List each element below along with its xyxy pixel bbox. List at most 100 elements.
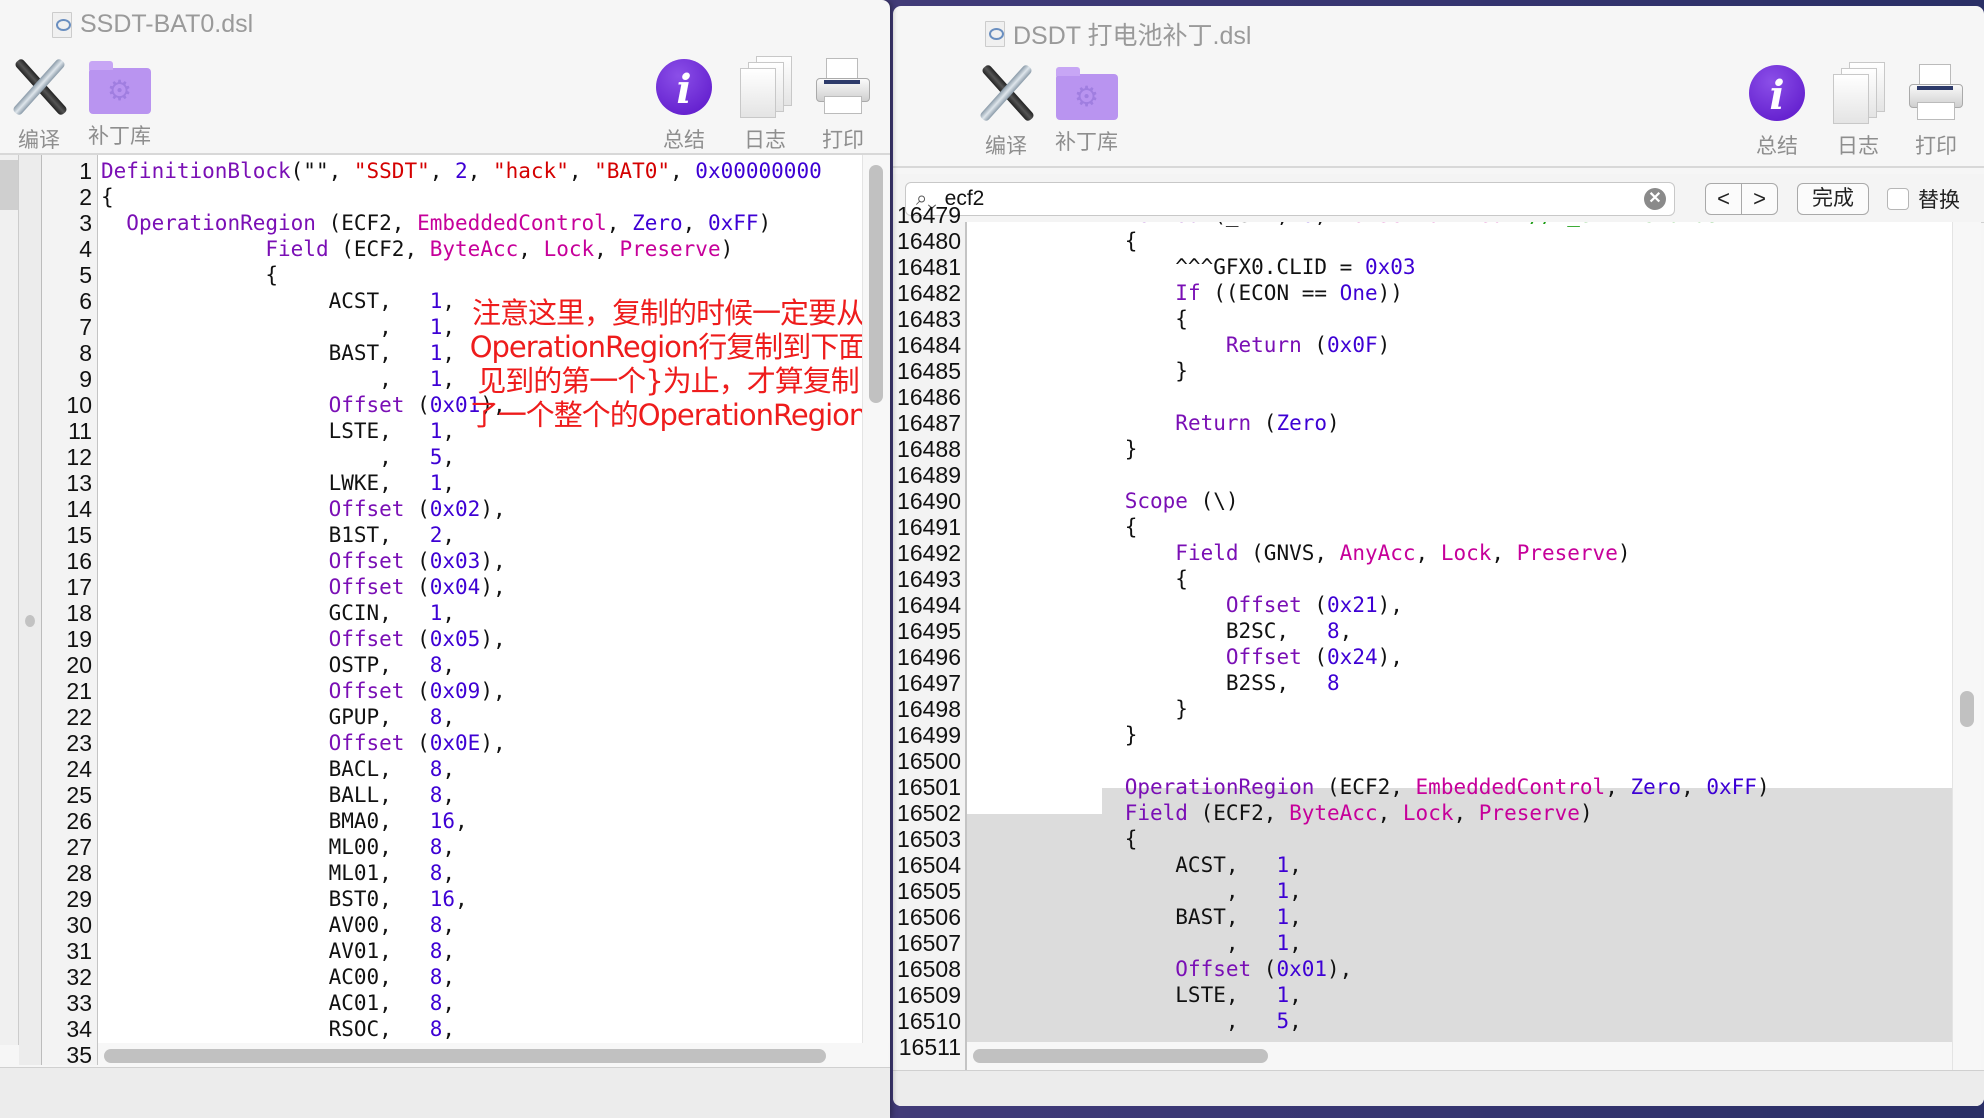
left-vscroll-thumb[interactable] (869, 165, 883, 403)
code-line[interactable] (973, 384, 1770, 410)
code-line[interactable]: Return (0x0F) (973, 332, 1770, 358)
code-line[interactable]: BST0, 16, (101, 886, 822, 912)
print-button[interactable]: 打印 (1905, 62, 1967, 160)
right-code-text[interactable]: Method (_STA, 0, NotSerialized // _STA: … (973, 222, 1770, 1034)
code-line[interactable]: { (973, 566, 1770, 592)
code-line[interactable]: Offset (0x01), (973, 956, 1770, 982)
left-horizontal-scrollbar[interactable] (98, 1043, 888, 1067)
code-line[interactable]: OSTP, 8, (101, 652, 822, 678)
code-line[interactable]: OperationRegion (ECF2, EmbeddedControl, … (101, 210, 822, 236)
code-line[interactable]: BALL, 8, (101, 782, 822, 808)
code-line[interactable]: { (101, 262, 822, 288)
code-line[interactable]: Scope (\) (973, 488, 1770, 514)
code-line[interactable]: Offset (0x02), (101, 496, 822, 522)
code-line[interactable]: ACST, 1, (973, 852, 1770, 878)
log-button[interactable]: 日志 (734, 56, 796, 154)
code-line[interactable]: Offset (0x03), (101, 548, 822, 574)
left-split-track[interactable] (19, 155, 42, 1065)
code-line[interactable]: Offset (0x09), (101, 678, 822, 704)
code-line[interactable]: GPUP, 8, (101, 704, 822, 730)
code-line[interactable] (973, 462, 1770, 488)
code-line[interactable]: ML01, 8, (101, 860, 822, 886)
code-token: 8 (1327, 619, 1340, 643)
find-previous-button[interactable]: < (1706, 184, 1741, 214)
code-line[interactable]: LSTE, 1, (973, 982, 1770, 1008)
left-code-editor[interactable]: DefinitionBlock("", "SSDT", 2, "hack", "… (98, 155, 862, 1044)
code-token: , (973, 879, 1277, 903)
code-line[interactable]: Field (ECF2, ByteAcc, Lock, Preserve) (101, 236, 822, 262)
patch-library-button[interactable]: 补丁库 (88, 56, 151, 150)
code-line[interactable]: AV01, 8, (101, 938, 822, 964)
code-token: 0x0F (1327, 333, 1378, 357)
code-line[interactable]: , 5, (101, 444, 822, 470)
done-button[interactable]: 完成 (1797, 183, 1869, 215)
code-line[interactable] (973, 748, 1770, 774)
summary-button[interactable]: i 总结 (653, 56, 715, 154)
code-line[interactable]: BAST, 1, (973, 904, 1770, 930)
patch-library-button[interactable]: 补丁库 (1055, 62, 1118, 156)
search-input[interactable]: ⌕⌄ ecf2 ✕ (905, 182, 1675, 216)
find-next-button[interactable]: > (1741, 184, 1777, 214)
left-vertical-scrollbar[interactable] (862, 155, 889, 1043)
code-token: 0x01 (1276, 957, 1328, 981)
code-token: 0x05 (429, 627, 481, 651)
code-line[interactable]: Offset (0x05), (101, 626, 822, 652)
code-line[interactable]: RSOC, 8, (101, 1016, 822, 1042)
split-handle[interactable] (25, 615, 35, 627)
code-line[interactable]: Offset (0x04), (101, 574, 822, 600)
code-line[interactable]: DefinitionBlock("", "SSDT", 2, "hack", "… (101, 158, 822, 184)
right-hscroll-thumb[interactable] (973, 1049, 1268, 1063)
left-hscroll-thumb[interactable] (104, 1049, 826, 1063)
code-line[interactable]: Return (Zero) (973, 410, 1770, 436)
code-line[interactable]: } (973, 696, 1770, 722)
code-line[interactable]: { (973, 306, 1770, 332)
code-line[interactable]: { (973, 514, 1770, 540)
code-token: ( (404, 627, 430, 651)
code-line[interactable]: ^^^GFX0.CLID = 0x03 (973, 254, 1770, 280)
code-line[interactable]: OperationRegion (ECF2, EmbeddedControl, … (973, 774, 1770, 800)
code-line[interactable]: Field (GNVS, AnyAcc, Lock, Preserve) (973, 540, 1770, 566)
code-line[interactable]: { (973, 228, 1770, 254)
code-line[interactable]: , 1, (973, 878, 1770, 904)
code-line[interactable]: { (973, 826, 1770, 852)
code-token: GCIN, (101, 601, 430, 625)
replace-checkbox[interactable] (1887, 188, 1909, 210)
code-line[interactable]: { (101, 184, 822, 210)
compile-button[interactable]: 编译 (975, 62, 1037, 160)
code-line[interactable]: BMA0, 16, (101, 808, 822, 834)
code-line[interactable]: LWKE, 1, (101, 470, 822, 496)
right-code-editor[interactable]: Method (_STA, 0, NotSerialized // _STA: … (967, 222, 1952, 1042)
print-button[interactable]: 打印 (812, 56, 874, 154)
code-line[interactable]: ML00, 8, (101, 834, 822, 860)
code-line[interactable]: If ((ECON == One)) (973, 280, 1770, 306)
right-vscroll-thumb[interactable] (1960, 691, 1974, 727)
code-token: EmbeddedControl (1415, 775, 1606, 799)
code-line[interactable]: } (973, 722, 1770, 748)
code-line[interactable]: , 5, (973, 1008, 1770, 1034)
summary-button[interactable]: i 总结 (1746, 62, 1808, 160)
code-line[interactable]: AV00, 8, (101, 912, 822, 938)
code-line[interactable]: } (973, 436, 1770, 462)
code-line[interactable]: } (973, 358, 1770, 384)
left-code-text[interactable]: DefinitionBlock("", "SSDT", 2, "hack", "… (101, 158, 822, 1042)
code-line[interactable]: AC01, 8, (101, 990, 822, 1016)
compile-button[interactable]: 编译 (8, 56, 70, 154)
code-line[interactable]: , 1, (973, 930, 1770, 956)
code-line[interactable]: BACL, 8, (101, 756, 822, 782)
code-line[interactable]: B2SC, 8, (973, 618, 1770, 644)
right-horizontal-scrollbar[interactable] (967, 1042, 1952, 1070)
code-line[interactable]: GCIN, 1, (101, 600, 822, 626)
line-number: 16481 (897, 254, 961, 280)
clear-search-icon[interactable]: ✕ (1644, 188, 1666, 210)
right-vertical-scrollbar[interactable] (1952, 222, 1981, 1070)
code-line[interactable]: Field (ECF2, ByteAcc, Lock, Preserve) (973, 800, 1770, 826)
code-line[interactable]: B2SS, 8 (973, 670, 1770, 696)
log-button[interactable]: 日志 (1827, 62, 1889, 160)
code-line[interactable]: Offset (0x21), (973, 592, 1770, 618)
code-line[interactable]: AC00, 8, (101, 964, 822, 990)
code-line[interactable]: Offset (0x24), (973, 644, 1770, 670)
line-number: 16498 (897, 696, 961, 722)
code-line[interactable]: B1ST, 2, (101, 522, 822, 548)
code-line[interactable]: Offset (0x0E), (101, 730, 822, 756)
left-sidebar[interactable] (0, 155, 19, 1045)
